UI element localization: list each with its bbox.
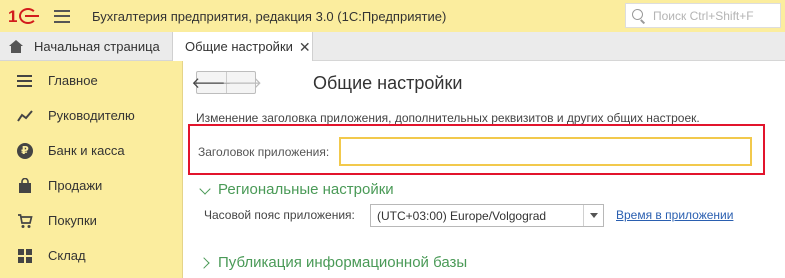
dropdown-arrow-icon[interactable] — [583, 205, 603, 226]
search-placeholder: Поиск Ctrl+Shift+F — [653, 8, 754, 23]
close-icon[interactable]: ✕ — [299, 40, 311, 54]
publication-section-label: Публикация информационной базы — [218, 254, 468, 271]
timezone-label: Часовой пояс приложения: — [204, 208, 355, 222]
tab-general-settings[interactable]: Общие настройки ✕ — [172, 32, 313, 61]
main-menu-icon[interactable] — [54, 9, 70, 23]
search-icon — [631, 8, 647, 24]
warehouse-icon — [18, 248, 32, 263]
tab-bar: Начальная страница Общие настройки ✕ — [0, 32, 785, 61]
sidebar: Главное Руководителю Банк и касса Продаж… — [0, 61, 183, 278]
page-description: Изменение заголовка приложения, дополнит… — [196, 111, 700, 125]
ruble-coin-icon — [17, 142, 33, 159]
tab-general-settings-label: Общие настройки — [185, 39, 293, 54]
sidebar-item-main[interactable]: Главное — [0, 63, 183, 98]
sidebar-item-label: Продажи — [48, 178, 103, 193]
title-bar: 1 Бухгалтерия предприятия, редакция 3.0 … — [0, 0, 785, 32]
forward-button[interactable]: 🡒 — [222, 72, 262, 93]
app-title-field-label: Заголовок приложения: — [198, 145, 330, 159]
tab-home[interactable]: Начальная страница — [0, 32, 172, 60]
cart-icon — [18, 213, 33, 228]
publication-section[interactable]: Публикация информационной базы — [200, 254, 467, 271]
regional-settings-label: Региональные настройки — [218, 181, 394, 198]
chart-line-icon — [17, 109, 33, 122]
history-nav: 🡐 🡒 — [191, 71, 262, 94]
sidebar-item-label: Банк и касса — [48, 143, 125, 158]
sidebar-item-label: Главное — [48, 73, 98, 88]
app-time-link[interactable]: Время в приложении — [616, 208, 733, 222]
sidebar-item-label: Склад — [48, 248, 86, 263]
sidebar-item-label: Покупки — [48, 213, 97, 228]
timezone-value: (UTC+03:00) Europe/Volgograd — [377, 208, 547, 223]
sidebar-item-purchases[interactable]: Покупки — [0, 203, 183, 238]
tab-home-label: Начальная страница — [34, 38, 160, 54]
menu-icon — [17, 73, 33, 89]
sidebar-item-warehouse[interactable]: Склад — [0, 238, 183, 273]
shopping-bag-icon — [19, 177, 31, 193]
app-title-field[interactable] — [339, 137, 752, 166]
page-title: Общие настройки — [313, 73, 463, 93]
chevron-down-icon — [200, 185, 210, 195]
main-content: 🡐 🡒 Общие настройки Изменение заголовка … — [184, 61, 785, 278]
sidebar-item-director[interactable]: Руководителю — [0, 98, 183, 133]
search-input[interactable]: Поиск Ctrl+Shift+F — [625, 3, 781, 28]
timezone-select[interactable]: (UTC+03:00) Europe/Volgograd — [370, 204, 604, 227]
app-title: Бухгалтерия предприятия, редакция 3.0 (1… — [92, 8, 447, 24]
chevron-right-icon — [200, 258, 210, 268]
1c-logo: 1 — [8, 6, 42, 26]
sidebar-item-label: Руководителю — [48, 108, 135, 123]
sidebar-item-sales[interactable]: Продажи — [0, 168, 183, 203]
regional-settings-section[interactable]: Региональные настройки — [200, 181, 394, 198]
home-icon — [9, 39, 23, 53]
sidebar-item-bank[interactable]: Банк и касса — [0, 133, 183, 168]
